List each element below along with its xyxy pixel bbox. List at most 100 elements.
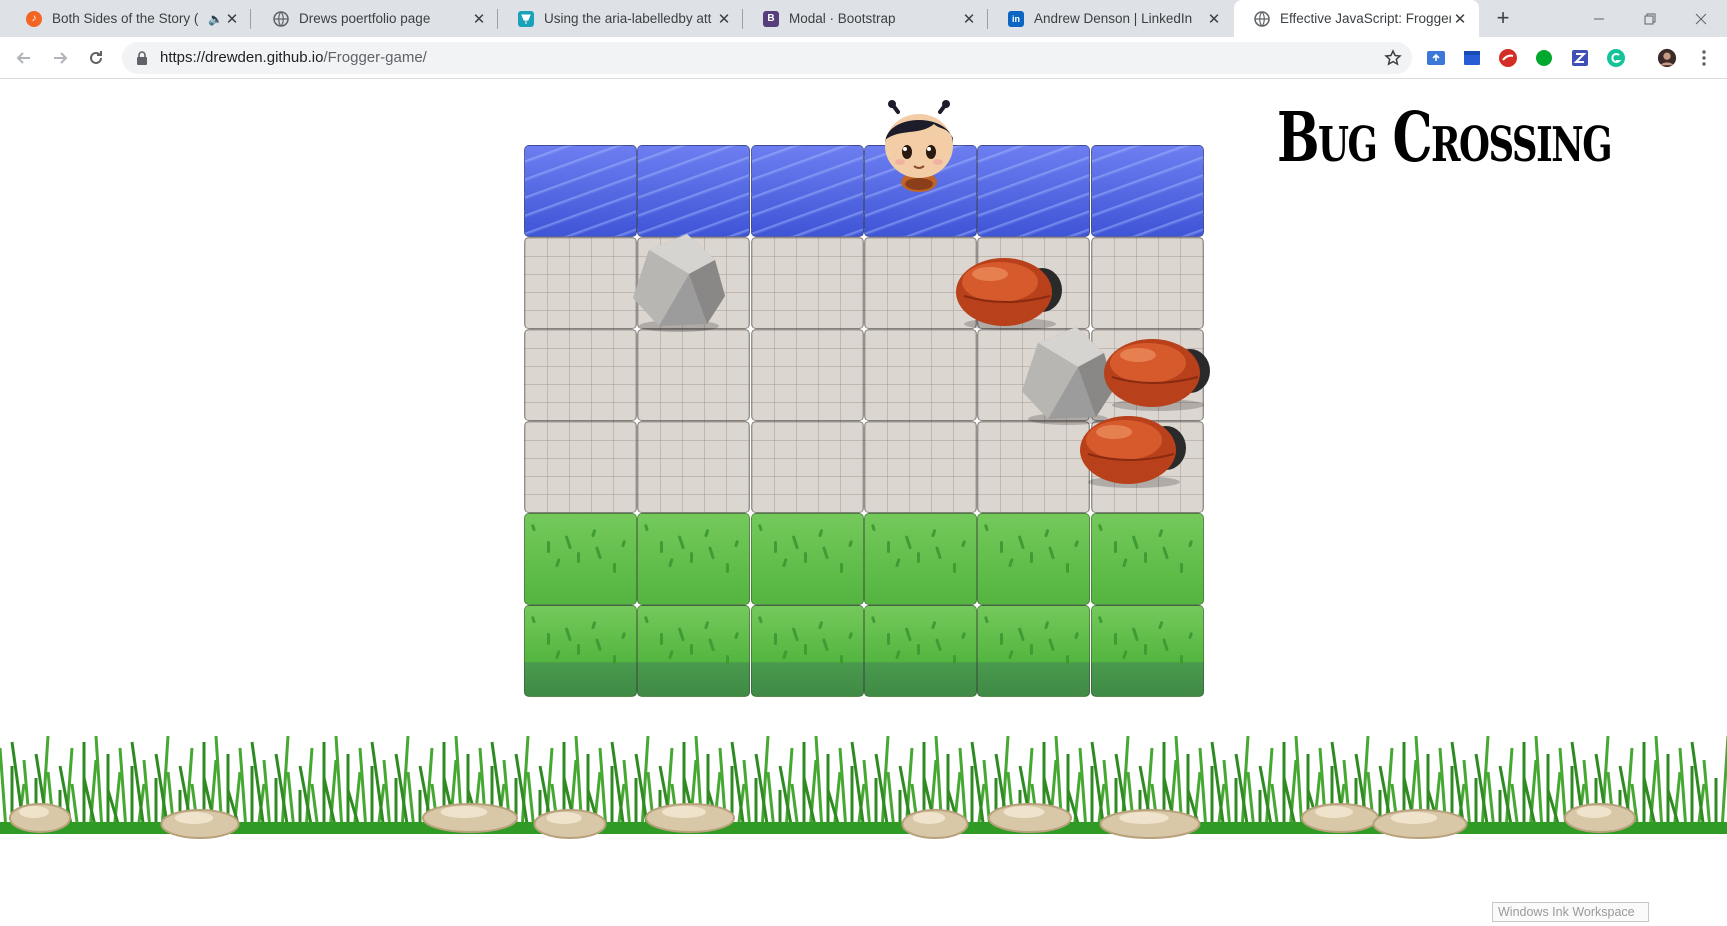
grass-tile [977,513,1091,605]
minimize-button[interactable] [1575,0,1623,37]
grass-blade [930,528,937,538]
grass-blade [1000,633,1004,645]
close-icon[interactable]: ✕ [1451,10,1469,28]
bootstrap-icon: B [763,10,779,27]
grass-blade [960,631,966,640]
close-icon[interactable]: ✕ [470,10,488,28]
grass-blade [934,546,942,560]
grass-tile [863,605,977,697]
grass-blade [791,627,799,642]
grass-blade [1161,638,1169,652]
grass-blade [821,638,829,652]
enemy-bug [1104,339,1210,411]
grass-blade [1048,546,1056,560]
grass-blade [678,627,686,642]
stone-tile [750,421,864,513]
grass-blade [708,638,716,652]
tab-linkedin[interactable]: in Andrew Denson | LinkedIn ✕ [988,0,1233,37]
grass-blade [678,535,686,550]
grass-blade [708,546,716,560]
tab-drews-portfolio[interactable]: Drews poertfolio page ✕ [253,0,498,37]
tab-both-sides[interactable]: ♪ Both Sides of the Story ( 🔈 ✕ [6,0,251,37]
grass-blade [803,552,807,563]
speaker-icon[interactable]: 🔈 [208,12,223,26]
grass-tile [524,605,637,697]
grass-blade [690,552,694,563]
stone-tile [1090,237,1204,329]
tab-strip: ♪ Both Sides of the Story ( 🔈 ✕ Drews po… [0,0,1727,37]
menu-kebab-icon[interactable] [1694,48,1714,68]
grass-border-decoration [0,735,1727,839]
evernote-extension-icon[interactable] [1534,48,1554,68]
page-content: Bug Crossing Windows Ink Workspace [0,80,1727,926]
close-icon[interactable]: ✕ [960,10,978,28]
tab-separator [250,9,251,29]
grass-blade [773,541,777,553]
grass-blade [1044,620,1050,630]
grass-blade [847,631,853,640]
water-tile [524,145,637,237]
address-bar[interactable]: https://drewden.github.io/Frogger-game/ [122,42,1412,74]
stone-tile [524,237,637,329]
forward-button[interactable] [46,44,74,72]
zotero-extension-icon[interactable] [1570,48,1590,68]
grass-blade [734,631,740,640]
grass-blade [1157,528,1163,538]
close-icon[interactable]: ✕ [223,10,241,28]
reload-button[interactable] [82,44,110,72]
grass-blade [621,631,627,640]
new-tab-button[interactable]: + [1490,6,1516,32]
tab-aria-labelledby[interactable]: Using the aria-labelledby att ✕ [498,0,743,37]
grass-blade [1008,649,1014,660]
bookmark-star-button[interactable] [1382,47,1404,69]
tab-bootstrap-modal[interactable]: B Modal · Bootstrap ✕ [743,0,988,37]
cloud-upload-extension-icon[interactable] [1426,48,1446,68]
close-icon[interactable]: ✕ [1205,10,1223,28]
grass-blade [577,644,580,655]
grass-tile [637,513,751,605]
enemy-bug [1080,416,1186,488]
grass-blade [1187,631,1193,640]
calendar-extension-icon[interactable] [1462,48,1482,68]
grammarly-extension-icon[interactable] [1606,48,1626,68]
tab-title: Both Sides of the Story ( [52,11,199,26]
grass-blade [1000,541,1004,553]
restore-button[interactable] [1626,0,1674,37]
grass-blade [886,633,890,645]
stone-tile [863,329,977,421]
grass-tile [750,513,864,605]
tab-title: Modal · Bootstrap [789,11,896,26]
grass-blade [1113,633,1117,645]
avatar[interactable] [1657,48,1677,68]
close-icon [1695,13,1707,24]
grass-blade [1179,655,1183,665]
grass-blade [870,523,876,532]
grass-blade [934,638,942,652]
grass-blade [960,539,966,548]
close-window-button[interactable] [1677,0,1725,37]
grass-blade [817,620,823,630]
tab-frogger[interactable]: Effective JavaScript: Frogger ✕ [1234,0,1479,37]
grass-blade [1066,563,1070,573]
url-text[interactable]: https://drewden.github.io/Frogger-game/ [160,49,427,66]
water-tile [637,145,751,237]
close-icon[interactable]: ✕ [715,10,733,28]
grass-blade [1179,563,1183,573]
windows-ink-workspace-button[interactable]: Windows Ink Workspace [1492,902,1649,922]
rock-obstacle [633,234,725,332]
grass-blade [530,523,536,532]
grass-blade [904,627,912,642]
grass-blade [704,620,710,630]
grass-blade [644,523,650,532]
grass-blade [839,655,843,665]
grass-blade [726,563,730,573]
back-button[interactable] [10,44,38,72]
grass-blade [595,638,602,652]
globe-icon [1254,10,1270,27]
lastpass-extension-icon[interactable] [1498,48,1518,68]
grass-blade [791,535,799,550]
grass-blade [1143,644,1147,655]
lock-icon[interactable] [136,51,148,65]
grass-blade [1008,557,1014,568]
water-tile [1090,145,1204,237]
